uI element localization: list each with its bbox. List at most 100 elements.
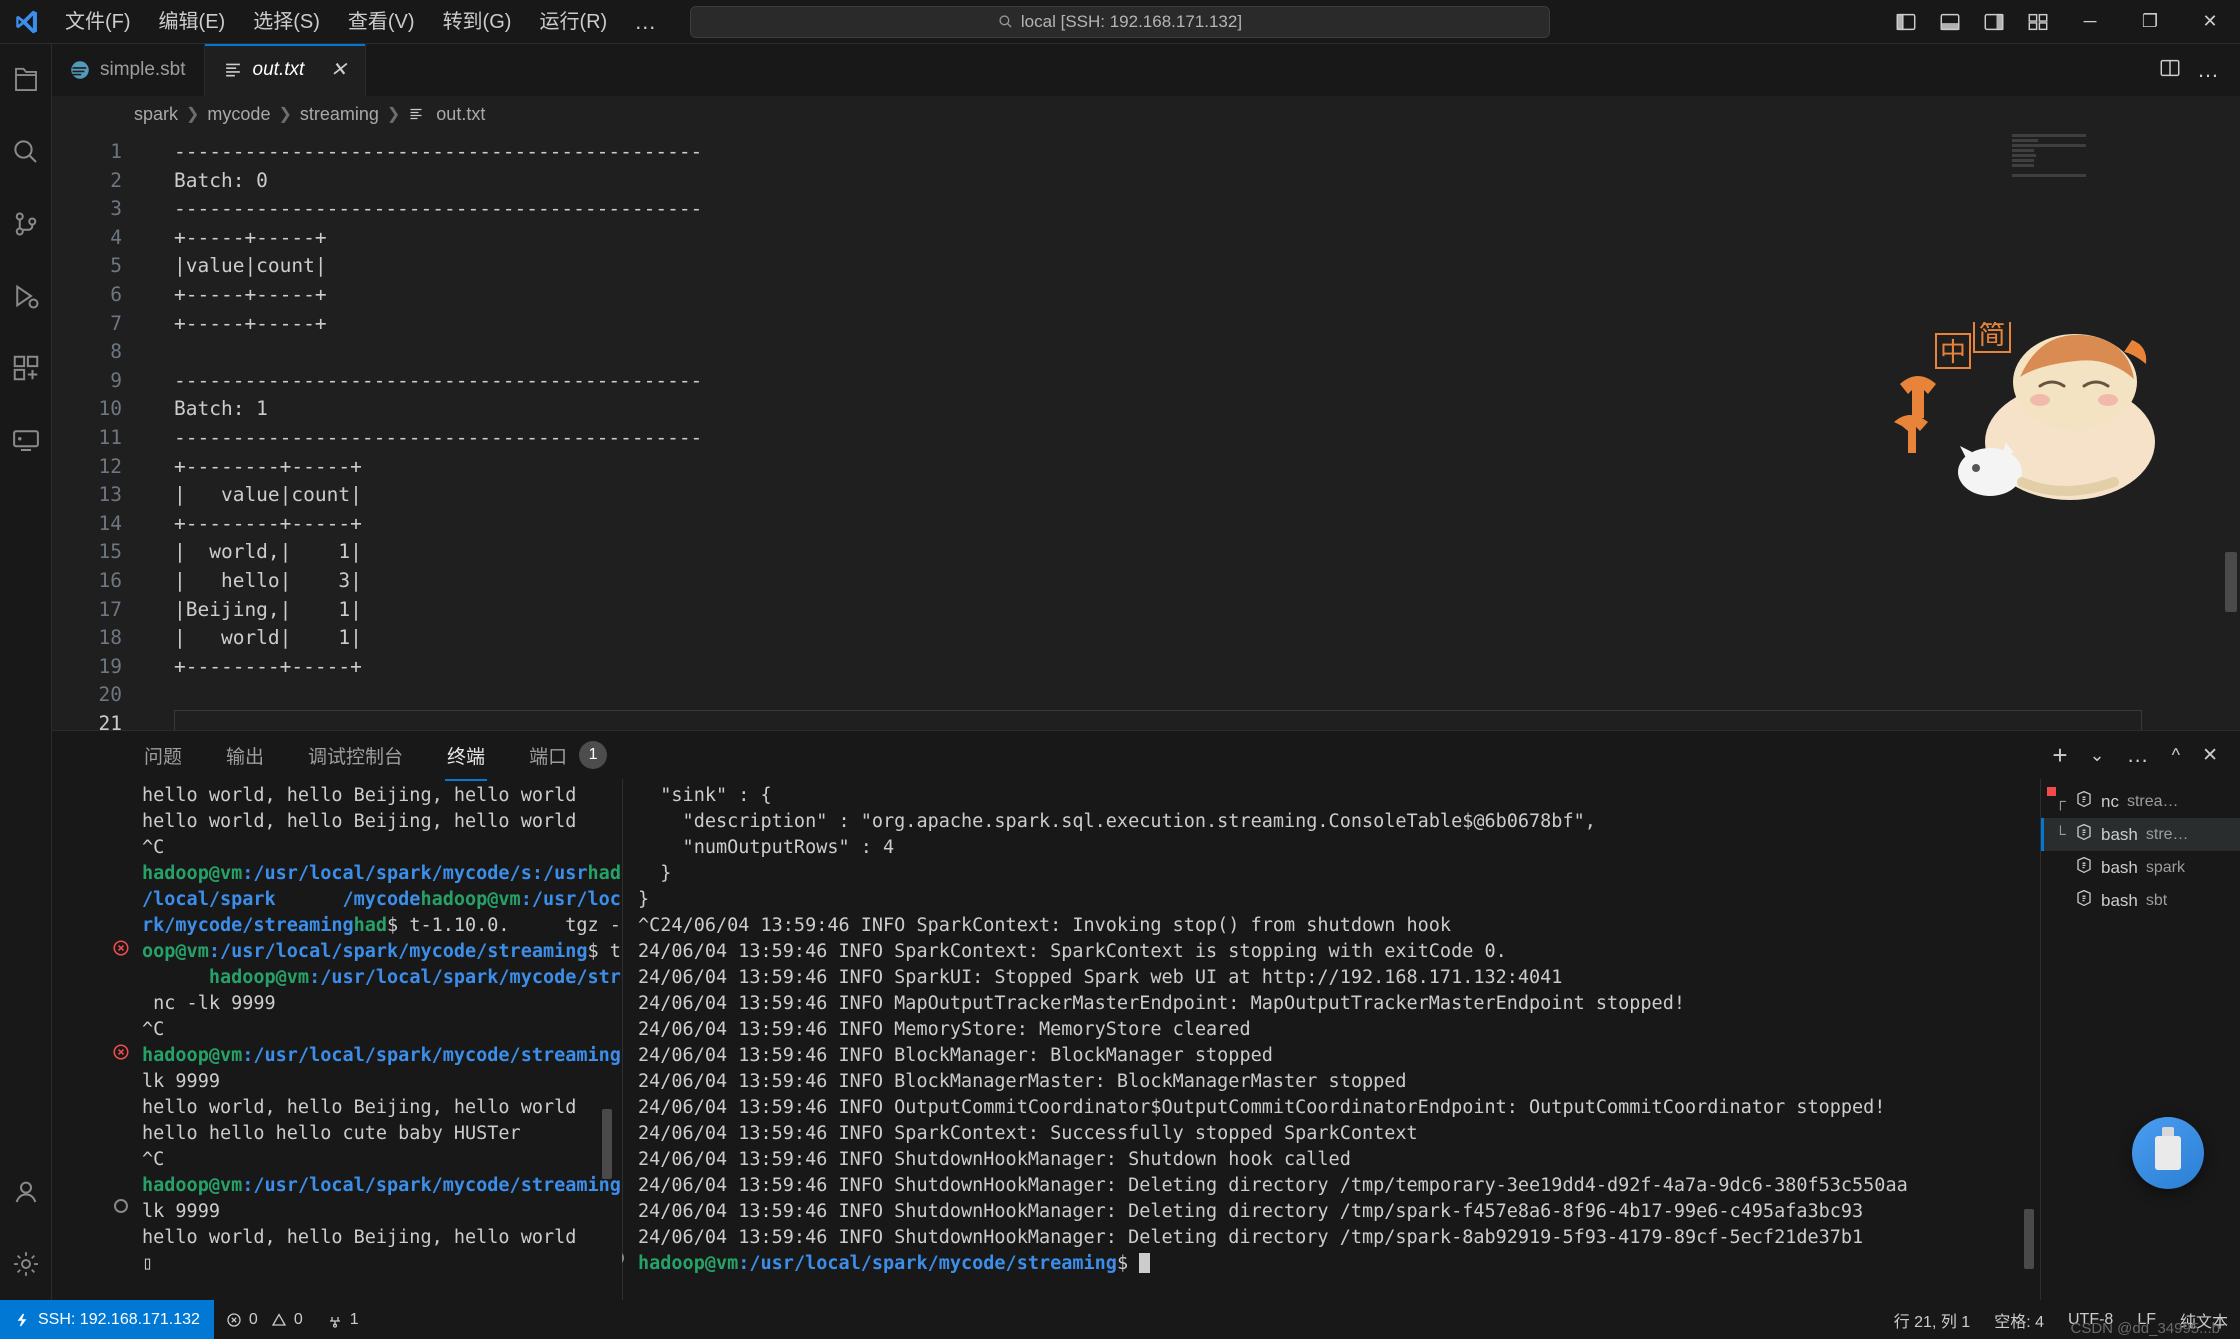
close-panel-icon[interactable]: ✕ (2202, 744, 2218, 767)
terminal-log-line: 24/06/04 13:59:46 INFO MemoryStore: Memo… (638, 1017, 2040, 1043)
terminal-log-line: "numOutputRows" : 4 (638, 835, 2040, 861)
terminal-left-scrollbar[interactable] (602, 1109, 612, 1179)
tab-ports-label: 端口 (529, 742, 567, 769)
quick-open-search[interactable]: local [SSH: 192.168.171.132] (690, 6, 1550, 38)
toggle-panel-icon[interactable] (1928, 0, 1972, 44)
tab-out-txt[interactable]: out.txt ✕ (205, 44, 367, 96)
floating-usb-button[interactable] (2132, 1117, 2204, 1189)
line-number: 14 (52, 510, 122, 539)
line-number: 18 (52, 624, 122, 653)
sidebar-item-search[interactable] (0, 116, 52, 188)
code-line: +-----+-----+ (174, 310, 2240, 339)
terminal-log-line: ^C24/06/04 13:59:46 INFO SparkContext: I… (638, 913, 2040, 939)
terminal-right-pane[interactable]: "sink" : { "description" : "org.apache.s… (622, 779, 2040, 1300)
terminal-line: hadoop@vm:/usr/local/spark/mycode/s:/usr… (142, 861, 622, 887)
error-marker-icon (112, 939, 130, 957)
line-number: 12 (52, 453, 122, 482)
tab-terminal[interactable]: 终端 (445, 734, 487, 777)
terminal-list-item[interactable]: bashsbt (2041, 884, 2240, 917)
terminal-cwd: sbt (2146, 892, 2167, 910)
ports-icon (327, 1312, 343, 1328)
terminal-log-line: } (638, 887, 2040, 913)
chevron-down-icon[interactable]: ⌄ (2090, 745, 2105, 766)
menu-edit[interactable]: 编辑(E) (146, 6, 239, 38)
terminal-icon (2075, 856, 2093, 879)
menu-bar: 文件(F) 编辑(E) 选择(S) 查看(V) 转到(G) 运行(R) … (52, 6, 669, 38)
code-line: | hello| 3| (174, 567, 2240, 596)
panel-more-actions-icon[interactable]: … (2127, 742, 2150, 768)
terminal-list-item[interactable]: └bashstre… (2041, 818, 2240, 851)
menu-file[interactable]: 文件(F) (52, 6, 144, 38)
breadcrumb-item-mycode[interactable]: mycode (207, 104, 270, 125)
ports-count: 1 (350, 1311, 359, 1329)
line-number: 5 (52, 252, 122, 281)
tab-debug-console[interactable]: 调试控制台 (306, 734, 405, 777)
sidebar-item-remote-explorer[interactable] (0, 404, 52, 476)
status-bar: SSH: 192.168.171.132 0 0 1 行 21, 列 1 空格:… (0, 1300, 2240, 1339)
status-ports[interactable]: 1 (315, 1300, 371, 1339)
tab-problems[interactable]: 问题 (142, 734, 184, 777)
account-icon[interactable] (0, 1156, 52, 1228)
usb-icon (2155, 1136, 2181, 1170)
code-line: | world,| 1| (174, 538, 2240, 567)
close-icon[interactable]: ✕ (330, 60, 347, 80)
window-minimize-button[interactable]: ─ (2060, 0, 2120, 44)
code-line: +--------+-----+ (174, 510, 2240, 539)
settings-gear-icon[interactable] (0, 1228, 52, 1300)
status-line-column[interactable]: 行 21, 列 1 (1882, 1300, 1982, 1339)
terminal-line: hadoop@vm:/usr/local/spark/mycode/stream… (142, 1173, 622, 1199)
editor-more-actions-icon[interactable]: … (2197, 57, 2220, 83)
terminal-right-scrollbar[interactable] (2024, 1209, 2034, 1269)
line-number: 4 (52, 224, 122, 253)
sidebar-item-run-debug[interactable] (0, 260, 52, 332)
split-editor-icon[interactable] (2159, 57, 2181, 84)
terminal-icon (2075, 889, 2093, 912)
terminal-list-item[interactable]: ┌ncstrea… (2041, 785, 2240, 818)
breadcrumb-item-out-txt[interactable]: out.txt (436, 104, 485, 125)
editor-content[interactable]: ----------------------------------------… (138, 138, 2240, 738)
breadcrumb-separator-icon: ❯ (186, 104, 199, 124)
code-line: +--------+-----+ (174, 653, 2240, 682)
tab-simple-sbt[interactable]: simple.sbt (52, 44, 205, 96)
code-line (174, 681, 2240, 710)
menu-go[interactable]: 转到(G) (430, 6, 525, 38)
code-line: +-----+-----+ (174, 224, 2240, 253)
menu-selection[interactable]: 选择(S) (240, 6, 333, 38)
menu-view[interactable]: 查看(V) (335, 6, 428, 38)
code-line: Batch: 0 (174, 167, 2240, 196)
line-number: 1 (52, 138, 122, 167)
terminal-line: ^C (142, 1017, 622, 1043)
search-icon (998, 14, 1013, 29)
sidebar-item-extensions[interactable] (0, 332, 52, 404)
terminal-line: hello hello hello cute baby HUSTer (142, 1121, 622, 1147)
status-indentation[interactable]: 空格: 4 (1982, 1300, 2056, 1339)
menu-run[interactable]: 运行(R) (526, 6, 620, 38)
breadcrumb-item-spark[interactable]: spark (134, 104, 178, 125)
status-problems[interactable]: 0 0 (214, 1300, 315, 1339)
window-maximize-button[interactable]: ❐ (2120, 0, 2180, 44)
tab-output[interactable]: 输出 (224, 734, 266, 777)
breadcrumb-item-streaming[interactable]: streaming (300, 104, 379, 125)
status-remote-host[interactable]: SSH: 192.168.171.132 (0, 1300, 214, 1339)
new-terminal-icon[interactable]: + (2052, 742, 2067, 768)
sidebar-item-source-control[interactable] (0, 188, 52, 260)
terminal-prompt-line[interactable]: hadoop@vm:/usr/local/spark/mycode/stream… (638, 1251, 2040, 1277)
terminal-cwd: stre… (2146, 826, 2189, 844)
terminal-log-line: 24/06/04 13:59:46 INFO ShutdownHookManag… (638, 1173, 2040, 1199)
toggle-secondary-sidebar-icon[interactable] (1972, 0, 2016, 44)
terminal-log-line: "description" : "org.apache.spark.sql.ex… (638, 809, 2040, 835)
quick-open-label: local [SSH: 192.168.171.132] (1021, 12, 1242, 32)
terminal-area[interactable]: hello world, hello Beijing, hello worldh… (52, 779, 2040, 1300)
toggle-primary-sidebar-icon[interactable] (1884, 0, 1928, 44)
customize-layout-icon[interactable] (2016, 0, 2060, 44)
sidebar-item-explorer[interactable] (0, 44, 52, 116)
window-close-button[interactable]: ✕ (2180, 0, 2240, 44)
tab-ports[interactable]: 端口 1 (527, 733, 609, 777)
terminal-list-item[interactable]: bashspark (2041, 851, 2240, 884)
terminal-icon (2075, 790, 2093, 813)
maximize-panel-icon[interactable]: ^ (2172, 745, 2180, 766)
terminal-line: ▯ (142, 1251, 622, 1277)
terminal-line: hello world, hello Beijing, hello world (142, 1095, 622, 1121)
menu-more-icon[interactable]: … (622, 7, 669, 37)
terminal-left-pane[interactable]: hello world, hello Beijing, hello worldh… (52, 779, 622, 1300)
